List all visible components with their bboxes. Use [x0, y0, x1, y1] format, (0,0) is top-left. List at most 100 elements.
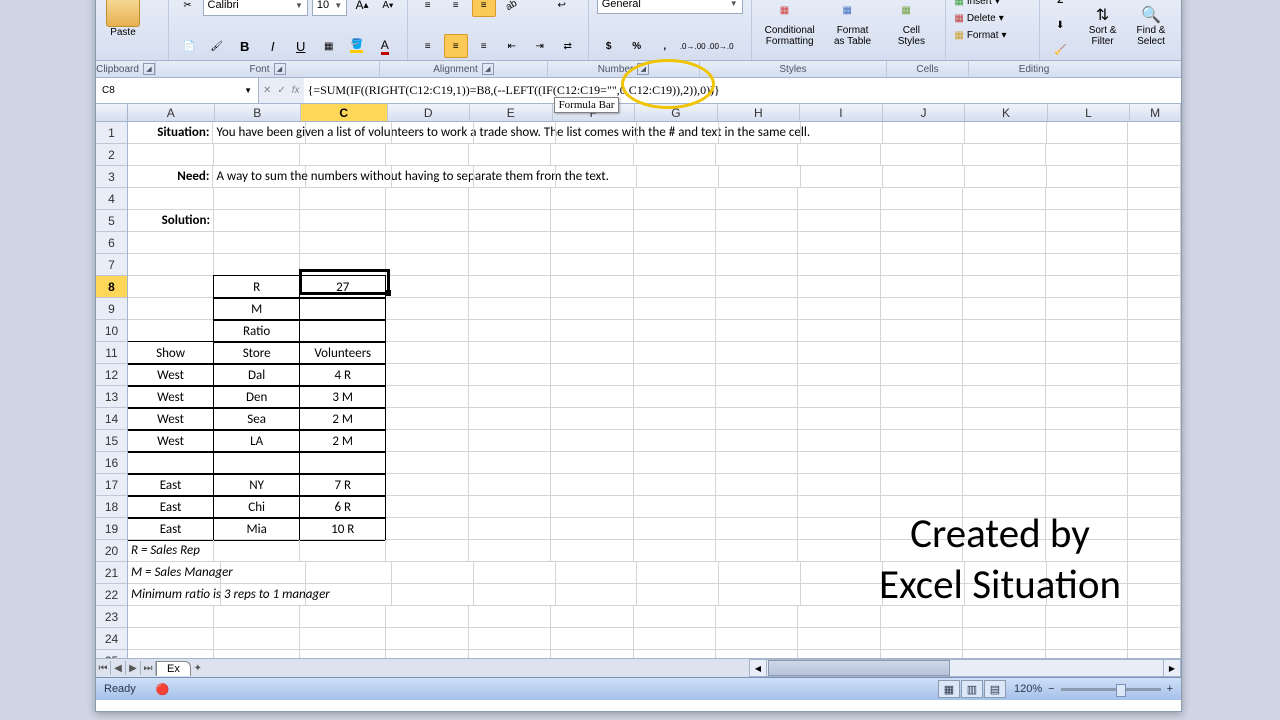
align-center-button[interactable]: ≡	[444, 34, 468, 58]
format-painter-button[interactable]: 🖌	[205, 34, 229, 58]
row-header-2[interactable]: 2	[96, 144, 127, 166]
col-header-E[interactable]: E	[470, 104, 553, 121]
normal-view-button[interactable]: ▦	[938, 680, 960, 698]
row-header-7[interactable]: 7	[96, 254, 127, 276]
font-dialog-launcher[interactable]: ◢	[274, 63, 286, 75]
increase-indent-button[interactable]: ⇥	[528, 34, 552, 58]
row-header-1[interactable]: 1	[96, 122, 127, 144]
tab-nav-last[interactable]: ⏭	[141, 661, 156, 675]
row-header-13[interactable]: 13	[96, 386, 127, 408]
conditional-formatting-button[interactable]: ▦Conditional Formatting	[760, 0, 820, 55]
row-header-11[interactable]: 11	[96, 342, 127, 364]
insert-cells-button[interactable]: ▦Insert ▾	[954, 0, 1031, 9]
row-header-6[interactable]: 6	[96, 232, 127, 254]
row-header-5[interactable]: 5	[96, 210, 127, 232]
row-header-20[interactable]: 20	[96, 540, 127, 562]
row-header-12[interactable]: 12	[96, 364, 127, 386]
paste-button[interactable]: Paste	[104, 0, 142, 39]
delete-cells-button[interactable]: ▦Delete ▾	[954, 10, 1031, 26]
enter-formula-icon[interactable]: ✓	[277, 85, 285, 96]
clear-button[interactable]: 🧹	[1048, 39, 1072, 63]
zoom-slider[interactable]	[1061, 688, 1161, 691]
row-header-10[interactable]: 10	[96, 320, 127, 342]
format-cells-button[interactable]: ▦Format ▾	[954, 27, 1031, 43]
col-header-H[interactable]: H	[718, 104, 801, 121]
tab-nav-prev[interactable]: ◀	[111, 661, 126, 675]
row-header-16[interactable]: 16	[96, 452, 127, 474]
find-select-button[interactable]: 🔍Find & Select	[1129, 0, 1173, 55]
font-name-combo[interactable]: Calibri▼	[203, 0, 308, 16]
col-header-C[interactable]: C	[301, 104, 388, 121]
col-header-G[interactable]: G	[635, 104, 718, 121]
tab-nav-first[interactable]: ⏮	[96, 661, 111, 675]
clipboard-dialog-launcher[interactable]: ◢	[143, 63, 155, 75]
scroll-left-button[interactable]: ◀	[750, 660, 767, 676]
number-format-combo[interactable]: General▼	[597, 0, 743, 14]
alignment-dialog-launcher[interactable]: ◢	[482, 63, 494, 75]
col-header-J[interactable]: J	[883, 104, 966, 121]
fill-color-button[interactable]: 🪣	[345, 34, 369, 58]
italic-button[interactable]: I	[261, 34, 285, 58]
sheet-tab-ex[interactable]: Ex	[156, 661, 191, 676]
select-all-corner[interactable]	[96, 104, 127, 122]
align-bottom-button[interactable]: ≡	[472, 0, 496, 17]
row-header-22[interactable]: 22	[96, 584, 127, 606]
increase-decimal-button[interactable]: .0→.00	[681, 34, 705, 58]
row-header-23[interactable]: 23	[96, 606, 127, 628]
col-header-K[interactable]: K	[965, 104, 1048, 121]
row-header-4[interactable]: 4	[96, 188, 127, 210]
new-sheet-button[interactable]: ✦	[191, 661, 205, 675]
align-left-button[interactable]: ≡	[416, 34, 440, 58]
cut-button[interactable]: ✂	[177, 0, 199, 17]
number-dialog-launcher[interactable]: ◢	[637, 63, 649, 75]
font-size-combo[interactable]: 10▼	[312, 0, 347, 16]
merge-button[interactable]: ⇄	[556, 34, 580, 58]
percent-button[interactable]: %	[625, 34, 649, 58]
row-header-21[interactable]: 21	[96, 562, 127, 584]
underline-button[interactable]: U	[289, 34, 313, 58]
wrap-text-button[interactable]: ↩	[550, 0, 574, 17]
fill-button[interactable]: ⬇	[1048, 14, 1072, 38]
cells-area[interactable]: Situation:You have been given a list of …	[128, 122, 1181, 658]
col-header-L[interactable]: L	[1048, 104, 1131, 121]
name-box[interactable]: C8▼	[96, 78, 259, 103]
scroll-right-button[interactable]: ▶	[1163, 660, 1180, 676]
horizontal-scrollbar[interactable]: ◀ ▶	[749, 659, 1181, 677]
scroll-thumb[interactable]	[768, 660, 950, 676]
decrease-font-button[interactable]: A▾	[377, 0, 399, 17]
row-header-14[interactable]: 14	[96, 408, 127, 430]
tab-nav-next[interactable]: ▶	[126, 661, 141, 675]
formula-bar[interactable]: {=SUM(IF((RIGHT(C12:C19,1))=B8,(--LEFT((…	[304, 78, 1181, 103]
decrease-indent-button[interactable]: ⇤	[500, 34, 524, 58]
page-break-view-button[interactable]: ▤	[984, 680, 1006, 698]
cell-styles-button[interactable]: ▦Cell Styles	[885, 0, 937, 55]
macro-record-icon[interactable]: 🔴	[156, 683, 170, 696]
col-header-I[interactable]: I	[800, 104, 883, 121]
cancel-formula-icon[interactable]: ✕	[263, 85, 271, 96]
worksheet-grid[interactable]: 1234567891011121314151617181920212223242…	[96, 104, 1181, 658]
copy-button[interactable]: 📄	[177, 34, 201, 58]
row-header-17[interactable]: 17	[96, 474, 127, 496]
decrease-decimal-button[interactable]: .00→.0	[709, 34, 733, 58]
fx-button[interactable]: fx	[292, 85, 300, 96]
page-layout-view-button[interactable]: ▥	[961, 680, 983, 698]
orientation-button[interactable]: ab	[500, 0, 524, 17]
sort-filter-button[interactable]: ⇅Sort & Filter	[1081, 0, 1125, 55]
zoom-level[interactable]: 120%	[1014, 683, 1042, 695]
row-header-9[interactable]: 9	[96, 298, 127, 320]
align-right-button[interactable]: ≡	[472, 34, 496, 58]
zoom-out-button[interactable]: −	[1048, 683, 1054, 695]
bold-button[interactable]: B	[233, 34, 257, 58]
zoom-in-button[interactable]: +	[1167, 683, 1173, 695]
align-top-button[interactable]: ≡	[416, 0, 440, 17]
col-header-B[interactable]: B	[215, 104, 302, 121]
font-color-button[interactable]: A	[373, 34, 397, 58]
autosum-button[interactable]: Σ	[1048, 0, 1072, 13]
col-header-A[interactable]: A	[128, 104, 215, 121]
row-header-18[interactable]: 18	[96, 496, 127, 518]
align-middle-button[interactable]: ≡	[444, 0, 468, 17]
increase-font-button[interactable]: A▴	[351, 0, 373, 17]
currency-button[interactable]: $	[597, 34, 621, 58]
row-header-3[interactable]: 3	[96, 166, 127, 188]
row-header-24[interactable]: 24	[96, 628, 127, 650]
